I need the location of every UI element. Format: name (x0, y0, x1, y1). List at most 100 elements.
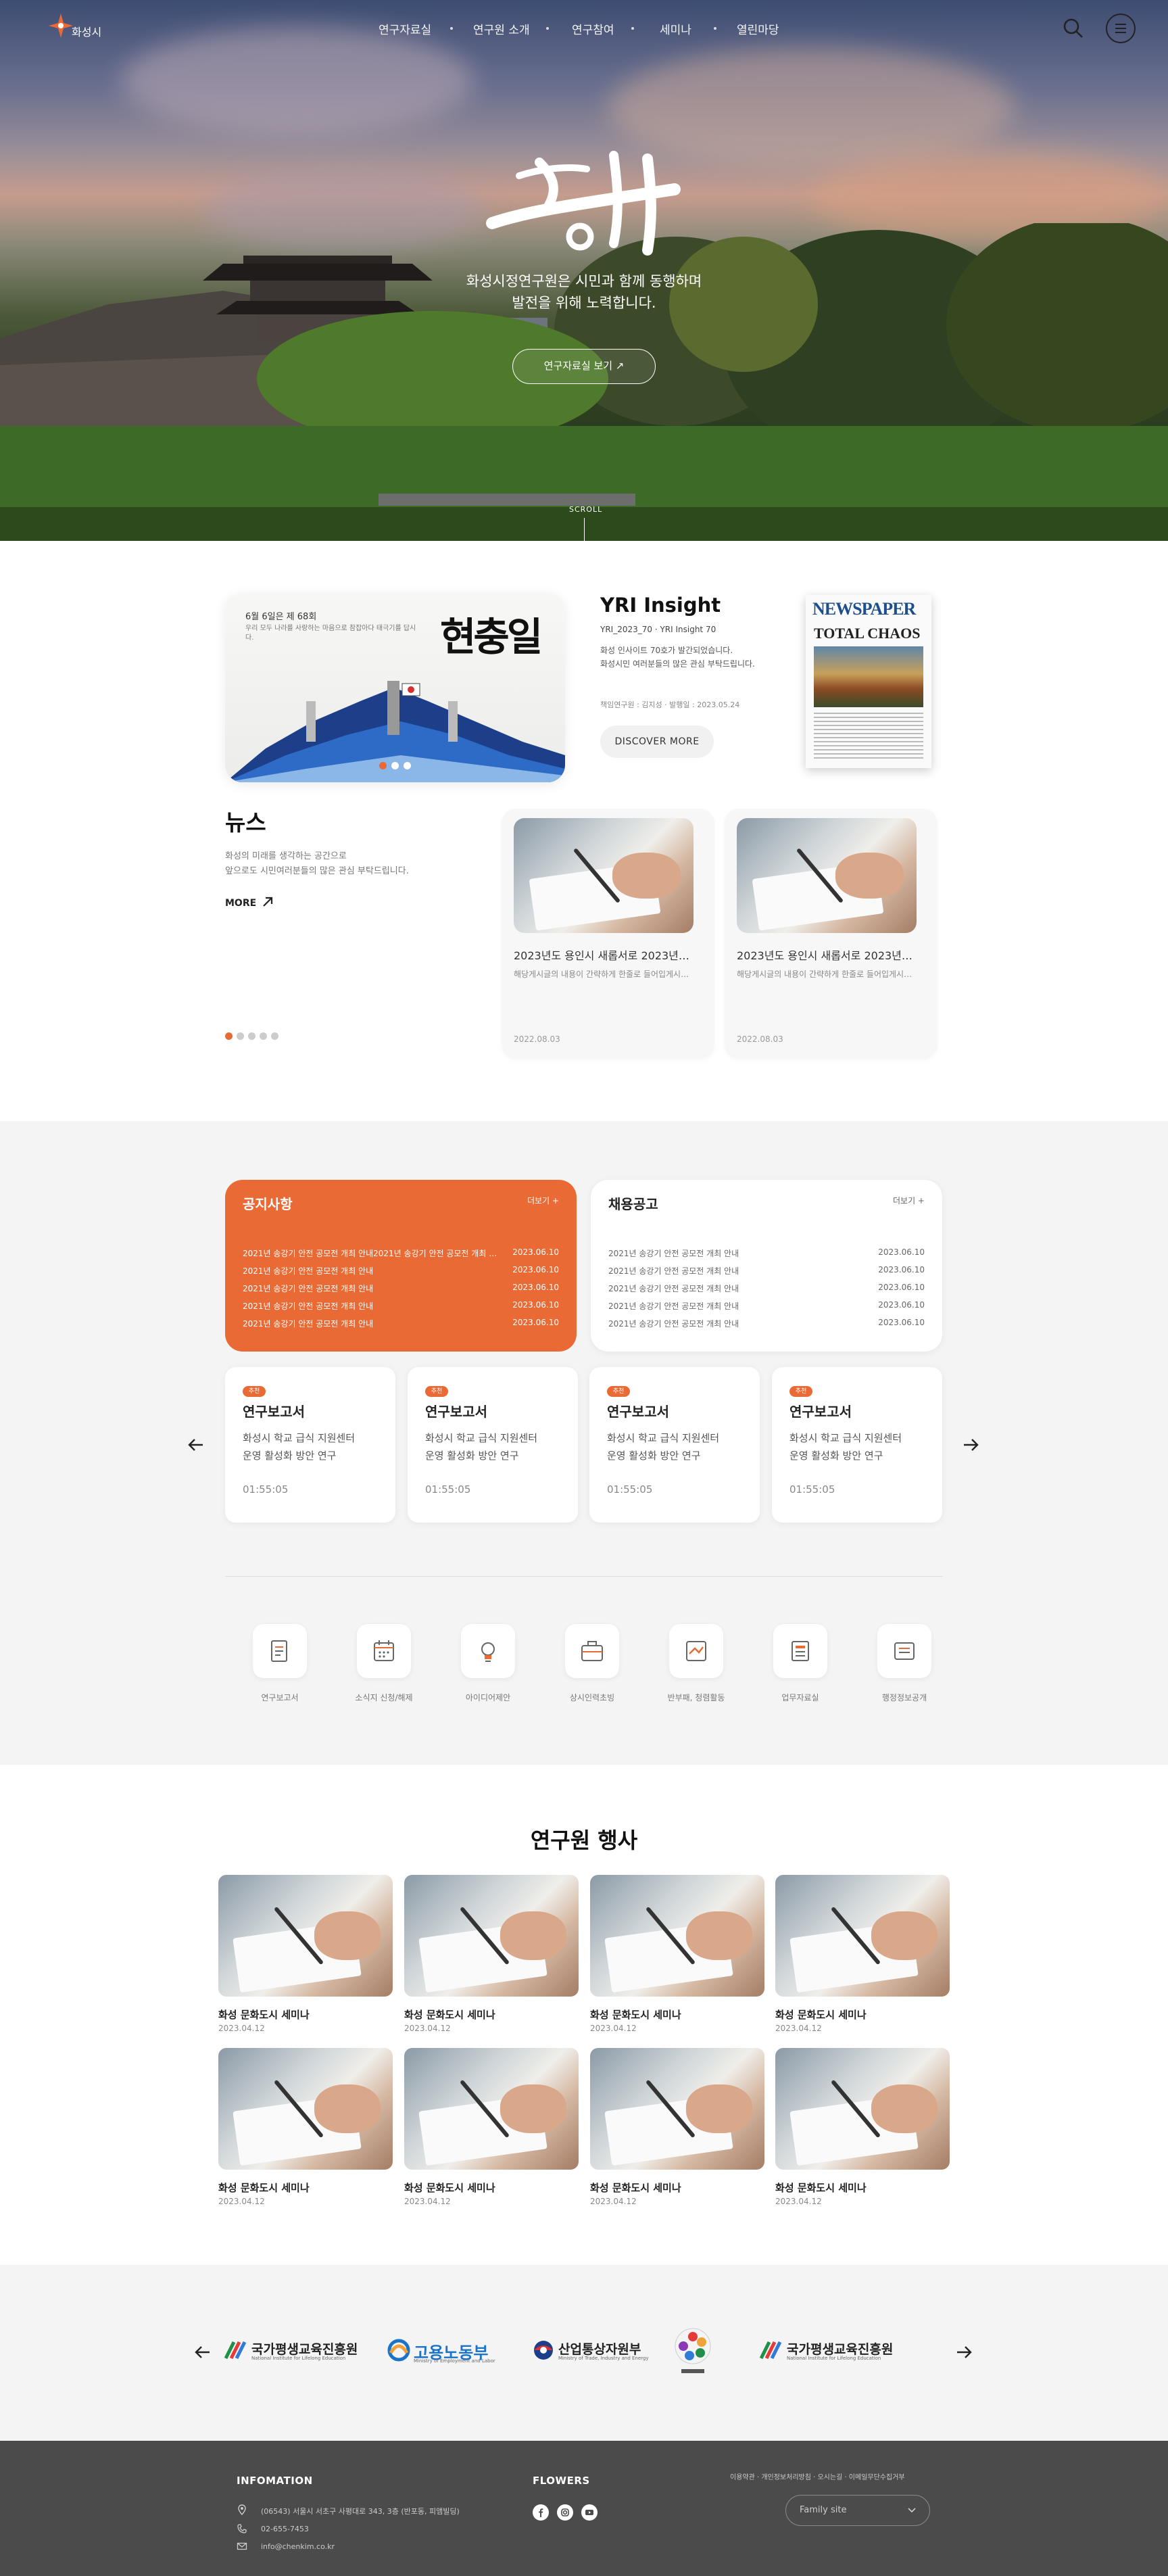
news-title: 뉴스 (225, 809, 266, 836)
event-card[interactable]: 화성 문화도시 세미나 2023.04.12 (218, 1875, 393, 2037)
youtube-icon[interactable] (581, 2504, 598, 2521)
quick-link-box (773, 1624, 827, 1678)
nav-item-participate[interactable]: 연구참여 (572, 20, 614, 37)
pagination-dot[interactable] (225, 1032, 233, 1040)
sky-cloud (122, 27, 473, 135)
event-card[interactable]: 화성 문화도시 세미나 2023.04.12 (775, 2048, 950, 2210)
partner-logo[interactable]: 국가평생교육진흥원 National Institute for Lifelon… (760, 2335, 902, 2369)
event-image (404, 1875, 579, 1997)
partner-logo[interactable]: 산업통상자원부 Ministry of Trade, Industry and … (531, 2335, 649, 2369)
research-archive-button[interactable]: 연구자료실 보기 ↗ (512, 349, 656, 384)
quick-link-integrity[interactable]: 반부패, 청렴활동 (649, 1624, 737, 1705)
quick-link-idea[interactable]: 아이디어제안 (441, 1624, 529, 1705)
location-icon (238, 2504, 246, 2515)
quick-link-label: 연구보고서 (261, 1693, 299, 1702)
pagination-dot[interactable] (248, 1032, 256, 1040)
event-card[interactable]: 화성 문화도시 세미나 2023.04.12 (404, 2048, 579, 2210)
event-date: 2023.04.12 (218, 2024, 265, 2033)
facebook-icon[interactable] (533, 2504, 549, 2521)
pagination-dot[interactable] (391, 762, 399, 769)
arrow-right-icon[interactable] (953, 2341, 975, 2363)
partner-logo[interactable]: 국가평생교육진흥원 National Institute for Lifelon… (224, 2335, 360, 2369)
arrow-right-icon[interactable] (960, 1434, 981, 1456)
jobs-row[interactable]: 2021년 송강기 안전 공모전 개최 안내 2023.06.10 (608, 1300, 925, 1315)
notice-row[interactable]: 2021년 송강기 안전 공모전 개최 안내2021년 송강기 안전 공모전 개… (243, 1247, 559, 1262)
report-desc-line: 화성시 학교 급식 지원센터 (607, 1432, 720, 1444)
report-card[interactable]: 추천 연구보고서 화성시 학교 급식 지원센터 운영 활성화 방안 연구 01:5… (225, 1367, 395, 1523)
event-card[interactable]: 화성 문화도시 세미나 2023.04.12 (218, 2048, 393, 2210)
notice-more-link[interactable]: 더보기 + (527, 1195, 559, 1206)
notice-title: 공지사항 (243, 1196, 293, 1212)
event-card[interactable]: 화성 문화도시 세미나 2023.04.12 (590, 2048, 764, 2210)
partner-logo[interactable] (669, 2326, 716, 2377)
nav-item-seminar[interactable]: 세미나 (660, 20, 691, 37)
search-icon[interactable] (1061, 16, 1086, 41)
insight-desc-line: 화성 인사이트 70호가 발간되었습니다. (600, 646, 733, 655)
pagination-dot[interactable] (237, 1032, 244, 1040)
instagram-icon[interactable] (557, 2504, 573, 2521)
event-card[interactable]: 화성 문화도시 세미나 2023.04.12 (775, 1875, 950, 2037)
arrow-left-icon[interactable] (185, 1434, 207, 1456)
jobs-row[interactable]: 2021년 송강기 안전 공모전 개최 안내 2023.06.10 (608, 1318, 925, 1333)
event-title: 화성 문화도시 세미나 (775, 2182, 867, 2194)
menu-button[interactable] (1106, 14, 1136, 43)
partner-name: 국가평생교육진흥원 (787, 2342, 894, 2357)
report-desc: 화성시 학교 급식 지원센터 운영 활성화 방안 연구 (425, 1429, 560, 1464)
notice-row-title: 2021년 송강기 안전 공모전 개최 안내 (243, 1319, 374, 1329)
pagination-dot[interactable] (379, 762, 387, 769)
event-card[interactable]: 화성 문화도시 세미나 2023.04.12 (590, 1875, 764, 2037)
quick-link-newsletter[interactable]: 소식지 신청/해제 (337, 1624, 424, 1705)
family-site-select[interactable]: Family site (785, 2495, 930, 2526)
news-more-link[interactable]: MORE (225, 898, 256, 909)
news-card-image (514, 818, 694, 933)
footer-address: (06543) 서울시 서초구 사평대로 343, 3층 (반포동, 피앰빌딩) (261, 2507, 460, 2516)
quick-link-label: 업무자료실 (781, 1693, 819, 1702)
notice-row[interactable]: 2021년 송강기 안전 공모전 개최 안내 2023.06.10 (243, 1283, 559, 1297)
newspaper-text-lines (814, 713, 923, 760)
notice-row[interactable]: 2021년 송강기 안전 공모전 개최 안내 2023.06.10 (243, 1265, 559, 1280)
report-card[interactable]: 추천 연구보고서 화성시 학교 급식 지원센터 운영 활성화 방안 연구 01:5… (408, 1367, 578, 1523)
pagination-dot[interactable] (260, 1032, 267, 1040)
site-logo[interactable]: 화성시 (47, 12, 101, 46)
quick-link-label: 상시인력초빙 (569, 1693, 615, 1702)
footer-links[interactable]: 이용약관 · 개인정보처리방침 · 오시는길 · 이메일무단수집거부 (730, 2471, 905, 2481)
notice-row-title: 2021년 송강기 안전 공모전 개최 안내 (243, 1266, 374, 1276)
event-card[interactable]: 화성 문화도시 세미나 2023.04.12 (404, 1875, 579, 2037)
recommended-badge: 추천 (425, 1386, 448, 1397)
quick-link-archive[interactable]: 업무자료실 (753, 1624, 841, 1705)
nav-item-about[interactable]: 연구원 소개 (473, 20, 530, 37)
jobs-row-title: 2021년 송강기 안전 공모전 개최 안내 (608, 1249, 739, 1258)
pagination-dot[interactable] (271, 1032, 278, 1040)
partner-logo[interactable]: 고용노동부 Ministry of Employment and Labor (387, 2335, 502, 2369)
hero-subtitle-line: 화성시정연구원은 시민과 함께 동행하며 (466, 273, 702, 289)
report-desc-line: 화성시 학교 급식 지원센터 (243, 1432, 356, 1444)
report-card[interactable]: 추천 연구보고서 화성시 학교 급식 지원센터 운영 활성화 방안 연구 01:5… (589, 1367, 760, 1523)
partner-subname: Ministry of Employment and Labor (414, 2358, 495, 2364)
quick-link-recruit[interactable]: 상시인력초빙 (545, 1624, 633, 1705)
jobs-row[interactable]: 2021년 송강기 안전 공모전 개최 안내 2023.06.10 (608, 1283, 925, 1297)
jobs-row[interactable]: 2021년 송강기 안전 공모전 개최 안내 2023.06.10 (608, 1265, 925, 1280)
jobs-row[interactable]: 2021년 송강기 안전 공모전 개최 안내 2023.06.10 (608, 1247, 925, 1262)
quick-link-report[interactable]: 연구보고서 (233, 1624, 320, 1705)
discover-more-button[interactable]: DISCOVER MORE (600, 725, 714, 758)
event-date: 2023.04.12 (218, 2197, 265, 2206)
news-card[interactable]: 2023년도 용인시 새롭서로 2023년도 용인시 새롭서로 해당게시글의 내… (502, 809, 714, 1059)
quick-link-disclosure[interactable]: 행정정보공개 (857, 1624, 945, 1705)
report-card[interactable]: 추천 연구보고서 화성시 학교 급식 지원센터 운영 활성화 방안 연구 01:5… (772, 1367, 942, 1523)
notice-row[interactable]: 2021년 송강기 안전 공모전 개최 안내 2023.06.10 (243, 1318, 559, 1333)
pagination-dot[interactable] (404, 762, 411, 769)
notice-row[interactable]: 2021년 송강기 안전 공모전 개최 안내 2023.06.10 (243, 1300, 559, 1315)
partner-name: 국가평생교육진흥원 (251, 2342, 358, 2357)
news-card[interactable]: 2023년도 용인시 새롭서로 2023년도 용인시 새롭서로 해당게시글의 내… (725, 809, 938, 1059)
newspaper-thumbnail[interactable]: NEWSPAPER TOTAL CHAOS (806, 595, 931, 768)
nav-separator (714, 27, 716, 30)
notice-row-date: 2023.06.10 (512, 1247, 559, 1257)
arrow-left-icon[interactable] (192, 2341, 214, 2363)
nav-item-open[interactable]: 열린마당 (737, 20, 779, 37)
arrow-up-right-icon[interactable] (261, 895, 274, 909)
event-image (590, 2048, 764, 2170)
nav-item-research[interactable]: 연구자료실 (379, 20, 431, 37)
memorial-day-banner[interactable]: 6월 6일은 제 68회 우리 모두 나라를 사랑하는 마음으로 참잡아다 태극… (225, 593, 565, 782)
recommended-badge: 추천 (607, 1386, 630, 1397)
jobs-more-link[interactable]: 더보기 + (893, 1195, 925, 1206)
